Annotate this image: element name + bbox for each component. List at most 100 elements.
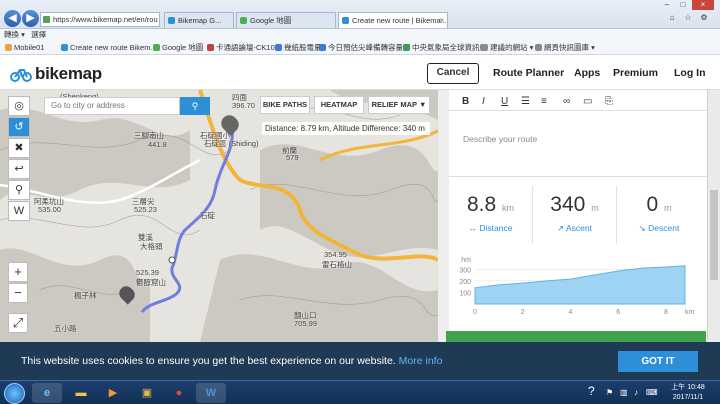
italic-button[interactable]: I (482, 96, 485, 107)
arrows-horizontal-icon: ↔ (468, 223, 478, 233)
distance-info: Distance: 8.79 km, Altitude Difference: … (262, 122, 430, 135)
favorites-star-icon[interactable]: ☆ (681, 13, 695, 23)
ordered-list-icon[interactable]: ≡ (541, 96, 547, 107)
arrow-up-right-icon: ↗ (556, 223, 565, 233)
maximize-icon[interactable]: □ (676, 0, 690, 10)
fav-ck101[interactable]: 卡通語論壇-CK101 (206, 41, 279, 54)
help-icon[interactable]: ? (588, 384, 595, 398)
x-tick-label: 6 (616, 309, 620, 316)
folder-taskbar-icon[interactable]: ▣ (132, 383, 162, 403)
delete-route-icon[interactable]: ✖ (8, 138, 30, 158)
minimize-icon[interactable]: – (660, 0, 674, 10)
address-bar[interactable]: https://www.bikemap.net/en/rou (40, 12, 160, 27)
chrome-taskbar-icon[interactable]: ● (164, 383, 194, 403)
fav-mobile01[interactable]: Mobile01 (4, 41, 44, 54)
scrollbar-thumb[interactable] (710, 190, 718, 280)
media-player-taskbar-icon[interactable]: ▶ (98, 383, 128, 403)
nav-log-in[interactable]: Log In (674, 67, 706, 79)
map-label: 396.70 (232, 101, 255, 110)
menu-convert[interactable]: 轉換 (4, 30, 19, 39)
fav-weather[interactable]: 中央氣象局全球資訊網 (402, 41, 487, 54)
start-button[interactable] (4, 383, 25, 404)
scrollbar[interactable] (707, 90, 720, 342)
nav-route-planner[interactable]: Route Planner (493, 67, 564, 79)
elevation-chart[interactable]: 300 200 100 hm 0 2 4 6 8 km (449, 252, 707, 320)
search-button[interactable]: ⚲ (180, 97, 210, 115)
fav-web-slices[interactable]: 網頁快訊圖庫 ▾ (534, 41, 595, 54)
flag-icon[interactable]: ⚑ (606, 388, 613, 397)
map-label: 441.8 (148, 140, 167, 149)
map-pin-icon[interactable]: ⚲ (8, 180, 30, 200)
zoom-out-button[interactable]: − (8, 283, 28, 303)
list-icon[interactable]: ☰ (521, 96, 530, 107)
map-toolbar: ◎ ↺ ✖ ↩ ⚲ W (8, 96, 30, 222)
y-tick-label: 200 (459, 279, 471, 286)
network-icon[interactable]: ▥ (620, 388, 628, 397)
tab-google-maps[interactable]: Google 地圖 (236, 12, 336, 28)
close-window-icon[interactable]: × (692, 0, 714, 10)
back-button[interactable]: ◀ (4, 10, 21, 27)
menu-bar: 轉換 ▾ 選擇 (0, 29, 720, 41)
descent-unit: m (664, 203, 672, 213)
search-input[interactable]: Go to city or address (44, 97, 180, 115)
link-icon[interactable]: ∞ (563, 96, 570, 107)
save-route-button[interactable] (446, 331, 706, 342)
nav-premium[interactable]: Premium (613, 67, 658, 79)
relief-map-button[interactable]: RELIEF MAP ▼ (368, 96, 430, 114)
fav-electricity[interactable]: 幾紙股電量 (274, 41, 322, 54)
stat-descent: 0 m ↘ Descent (617, 186, 701, 244)
more-info-link[interactable]: More info (399, 355, 443, 367)
image-icon[interactable]: ▭ (583, 96, 592, 107)
paste-icon[interactable]: ⎘ (605, 96, 613, 107)
ie-taskbar-icon[interactable]: e (32, 383, 62, 403)
nav-apps[interactable]: Apps (574, 67, 600, 79)
map-label: 石碇 (200, 211, 215, 220)
undo-icon[interactable]: ↩ (8, 159, 30, 179)
gear-icon[interactable]: ⚙ (697, 13, 711, 23)
explorer-taskbar-icon[interactable]: ▬ (66, 383, 96, 403)
zoom-in-button[interactable]: + (8, 262, 28, 282)
taskbar: e ▬ ▶ ▣ ● W ? ⚑ ▥ ♪ ⌨ 上午 10:48 2017/11/1 (0, 380, 720, 404)
distance-unit: km (502, 203, 515, 213)
ascent-value: 340 (550, 193, 586, 216)
bold-button[interactable]: B (462, 96, 469, 107)
description-field[interactable]: Describe your route (449, 112, 707, 177)
heatmap-button[interactable]: HEATMAP (314, 96, 364, 114)
menu-select[interactable]: 選擇 (31, 30, 46, 39)
y-tick-label: 300 (459, 267, 471, 274)
fav-google-maps[interactable]: Google 地圖 (152, 41, 203, 54)
x-axis-unit: km (685, 309, 695, 316)
distance-label: Distance (479, 223, 513, 233)
volume-icon[interactable]: ♪ (634, 388, 638, 397)
bikemap-logo[interactable]: bikemap (10, 64, 102, 84)
browser-toolbar: ◀ ▶ https://www.bikemap.net/en/rou Bikem… (0, 0, 720, 29)
system-clock[interactable]: 上午 10:48 2017/11/1 (660, 383, 716, 403)
fav-reserve[interactable]: 今日預估尖峰備轉容量率 (318, 41, 411, 54)
keyboard-icon[interactable]: ⌨ (646, 388, 658, 397)
word-taskbar-icon[interactable]: W (196, 383, 226, 403)
close-tab-icon[interactable]: × (439, 13, 444, 28)
stat-distance: 8.8 km ↔ Distance (449, 186, 533, 244)
wikipedia-icon[interactable]: W (8, 201, 30, 221)
x-tick-label: 0 (473, 309, 477, 316)
fav-create-route[interactable]: Create new route Bikem... (60, 41, 157, 54)
cancel-button[interactable]: Cancel (427, 63, 479, 84)
tab-bikemap[interactable]: Bikemap G... (164, 12, 234, 28)
fav-suggested[interactable]: 建議的網站 ▾ (480, 41, 533, 54)
home-icon[interactable]: ⌂ (665, 13, 679, 23)
fullscreen-icon[interactable]: ⤢ (8, 313, 28, 333)
ascent-label: Ascent (566, 223, 593, 233)
bike-paths-button[interactable]: BIKE PATHS (260, 96, 310, 114)
map-label: 雷石格山 (322, 260, 352, 269)
underline-button[interactable]: U (501, 96, 508, 107)
route-draw-icon[interactable]: ↺ (8, 117, 30, 137)
tab-create-route[interactable]: Create new route | Bikema... × (338, 12, 448, 28)
map-label: 705.99 (294, 319, 317, 328)
clock-time: 上午 10:48 (671, 384, 705, 391)
got-it-button[interactable]: GOT IT (618, 351, 698, 372)
forward-button[interactable]: ▶ (22, 10, 39, 27)
locate-icon[interactable]: ◎ (8, 96, 30, 116)
site-header: bikemap Cancel Route Planner Apps Premiu… (0, 55, 720, 90)
bikemap-favicon-icon (342, 17, 349, 24)
map-label: 354.95 (324, 250, 347, 259)
